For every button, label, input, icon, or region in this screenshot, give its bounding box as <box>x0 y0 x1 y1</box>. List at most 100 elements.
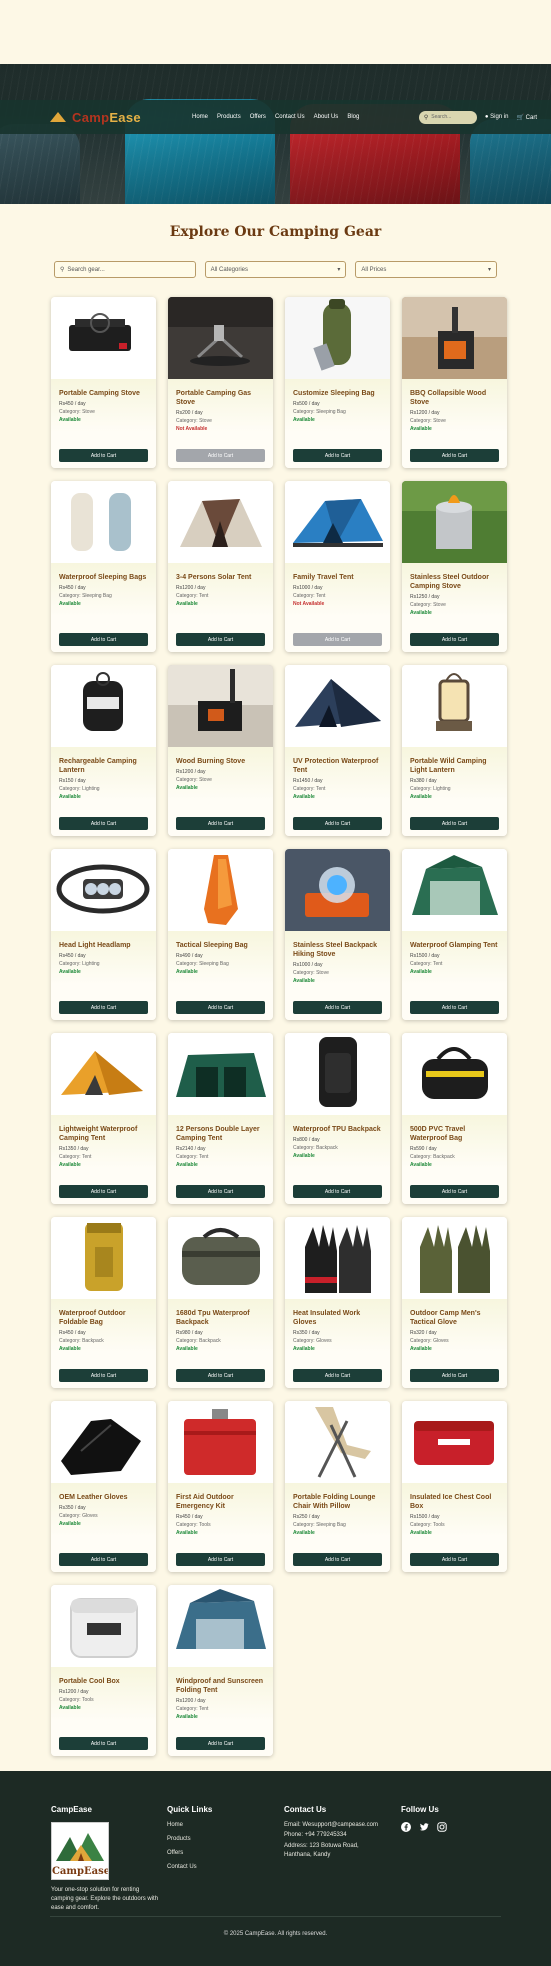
brand-logo[interactable]: CampEase <box>50 110 180 125</box>
add-to-cart-button[interactable]: Add to Cart <box>59 1185 148 1198</box>
nav-link-about[interactable]: About Us <box>314 114 339 120</box>
product-price: Rs350 / day <box>59 1505 86 1511</box>
chevron-down-icon: ▾ <box>488 267 492 273</box>
add-to-cart-button[interactable]: Add to Cart <box>59 449 148 462</box>
product-card[interactable]: Waterproof Outdoor Foldable Bag Rs450 / d… <box>51 1217 156 1388</box>
product-card[interactable]: Stainless Steel Outdoor Camping Stove Rs1… <box>402 481 507 652</box>
product-card[interactable]: Portable Cool Box Rs1200 / day Category: T… <box>51 1585 156 1756</box>
product-card[interactable]: First Aid Outdoor Emergency Kit Rs450 / d… <box>168 1401 273 1572</box>
nav-search-input[interactable]: ⚲ Search... <box>418 110 477 124</box>
product-card[interactable]: Waterproof Sleeping Bags Rs450 / day Categ… <box>51 481 156 652</box>
twitter-icon[interactable] <box>419 1822 429 1832</box>
product-card[interactable]: UV Protection Waterproof Tent Rs1450 / da… <box>285 665 390 836</box>
gear-search-input[interactable]: ⚲ Search gear... <box>54 261 196 278</box>
search-icon: ⚲ <box>60 267 65 273</box>
add-to-cart-button[interactable]: Add to Cart <box>59 817 148 830</box>
add-to-cart-button[interactable]: Add to Cart <box>176 1001 265 1014</box>
nav-link-blog[interactable]: Blog <box>347 114 359 120</box>
product-card[interactable]: 1680d Tpu Waterproof Backpack Rs980 / day… <box>168 1217 273 1388</box>
product-card[interactable]: Stainless Steel Backpack Hiking Stove Rs1… <box>285 849 390 1020</box>
add-to-cart-button[interactable]: Add to Cart <box>410 1001 499 1014</box>
product-category: Category: Tools <box>176 1522 211 1528</box>
footer-link-products[interactable]: Products <box>167 1836 212 1842</box>
add-to-cart-button[interactable]: Add to Cart <box>410 1185 499 1198</box>
add-to-cart-button[interactable]: Add to Cart <box>293 633 382 646</box>
add-to-cart-button[interactable]: Add to Cart <box>293 1185 382 1198</box>
availability-status: Not Available <box>176 426 208 432</box>
contact-email[interactable]: Email: Wesupport@campease.com <box>284 1822 404 1828</box>
add-to-cart-button[interactable]: Add to Cart <box>410 1553 499 1566</box>
product-card[interactable]: Portable Camping Stove Rs450 / day Categor… <box>51 297 156 468</box>
contact-address: Address: 123 Botuwa Road, Hanthana, Kand… <box>284 1843 359 1858</box>
sign-in-link[interactable]: ● Sign in <box>485 114 509 120</box>
add-to-cart-button[interactable]: Add to Cart <box>176 1737 265 1750</box>
product-card[interactable]: Head Light Headlamp Rs450 / day Category: … <box>51 849 156 1020</box>
product-category: Category: Backpack <box>176 1338 221 1344</box>
product-name: 3-4 Persons Solar Tent <box>176 574 252 581</box>
product-name: BBQ Collapsible Wood Stove <box>410 390 487 406</box>
product-card[interactable]: Lightweight Waterproof Camping Tent Rs135… <box>51 1033 156 1204</box>
add-to-cart-button[interactable]: Add to Cart <box>176 449 265 462</box>
footer-contact: Contact Us Email: Wesupport@campease.com… <box>284 1805 404 1864</box>
add-to-cart-button[interactable]: Add to Cart <box>59 1001 148 1014</box>
product-card[interactable]: 3-4 Persons Solar Tent Rs1200 / day Catego… <box>168 481 273 652</box>
product-name: Portable Wild Camping Light Lantern <box>410 758 487 774</box>
add-to-cart-button[interactable]: Add to Cart <box>293 817 382 830</box>
add-to-cart-button[interactable]: Add to Cart <box>410 449 499 462</box>
add-to-cart-button[interactable]: Add to Cart <box>293 1553 382 1566</box>
add-to-cart-button[interactable]: Add to Cart <box>410 633 499 646</box>
add-to-cart-button[interactable]: Add to Cart <box>59 1553 148 1566</box>
availability-status: Not Available <box>293 601 325 607</box>
add-to-cart-button[interactable]: Add to Cart <box>176 633 265 646</box>
product-card[interactable]: Heat Insulated Work Gloves Rs350 / day Cat… <box>285 1217 390 1388</box>
product-category: Category: Tent <box>59 1154 92 1160</box>
add-to-cart-button[interactable]: Add to Cart <box>59 633 148 646</box>
add-to-cart-button[interactable]: Add to Cart <box>59 1369 148 1382</box>
category-select[interactable]: All Categories ▾ <box>204 261 347 278</box>
product-card[interactable]: BBQ Collapsible Wood Stove Rs1200 / day Ca… <box>402 297 507 468</box>
product-card[interactable]: Rechargeable Camping Lantern Rs150 / day C… <box>51 665 156 836</box>
add-to-cart-button[interactable]: Add to Cart <box>410 817 499 830</box>
add-to-cart-button[interactable]: Add to Cart <box>176 1553 265 1566</box>
product-card[interactable]: Tactical Sleeping Bag Rs490 / day Category… <box>168 849 273 1020</box>
nav-link-home[interactable]: Home <box>192 114 208 120</box>
product-category: Category: Lighting <box>59 786 100 792</box>
product-card[interactable]: 12 Persons Double Layer Camping Tent Rs21… <box>168 1033 273 1204</box>
facebook-icon[interactable] <box>401 1822 411 1832</box>
add-to-cart-button[interactable]: Add to Cart <box>176 1369 265 1382</box>
product-price: Rs450 / day <box>59 953 86 959</box>
footer-link-home[interactable]: Home <box>167 1822 212 1828</box>
product-card[interactable]: OEM Leather Gloves Rs350 / day Category: G… <box>51 1401 156 1572</box>
nav-link-contact[interactable]: Contact Us <box>275 114 305 120</box>
add-to-cart-button[interactable]: Add to Cart <box>293 1001 382 1014</box>
product-card[interactable]: Insulated Ice Chest Cool Box Rs1500 / day… <box>402 1401 507 1572</box>
footer-link-offers[interactable]: Offers <box>167 1850 212 1856</box>
headlamp-image <box>51 849 156 931</box>
product-card[interactable]: Windproof and Sunscreen Folding Tent Rs12… <box>168 1585 273 1756</box>
product-card[interactable]: Family Travel Tent Rs1000 / day Category: … <box>285 481 390 652</box>
product-card[interactable]: Customize Sleeping Bag Rs500 / day Categor… <box>285 297 390 468</box>
add-to-cart-button[interactable]: Add to Cart <box>410 1369 499 1382</box>
product-card[interactable]: Portable Folding Lounge Chair With Pillo… <box>285 1401 390 1572</box>
add-to-cart-button[interactable]: Add to Cart <box>176 817 265 830</box>
instagram-icon[interactable] <box>437 1822 447 1832</box>
product-card[interactable]: Wood Burning Stove Rs1200 / day Category: … <box>168 665 273 836</box>
nav-link-products[interactable]: Products <box>217 114 241 120</box>
product-price: Rs590 / day <box>410 1146 437 1152</box>
cart-link[interactable]: 🛒 Cart <box>517 114 537 121</box>
price-select[interactable]: All Prices ▾ <box>355 261 498 278</box>
product-card[interactable]: 500D PVC Travel Waterproof Bag Rs590 / da… <box>402 1033 507 1204</box>
nav-link-offers[interactable]: Offers <box>250 114 266 120</box>
product-card[interactable]: Portable Wild Camping Light Lantern Rs380… <box>402 665 507 836</box>
add-to-cart-button[interactable]: Add to Cart <box>293 1369 382 1382</box>
product-card[interactable]: Waterproof TPU Backpack Rs800 / day Catego… <box>285 1033 390 1204</box>
footer-link-contact[interactable]: Contact Us <box>167 1864 212 1870</box>
product-card[interactable]: Outdoor Camp Men's Tactical Glove Rs320 /… <box>402 1217 507 1388</box>
camping-stove-image <box>51 297 156 379</box>
product-card[interactable]: Waterproof Glamping Tent Rs1500 / day Cate… <box>402 849 507 1020</box>
product-card[interactable]: Portable Camping Gas Stove Rs200 / day Cat… <box>168 297 273 468</box>
product-category: Category: Tools <box>410 1522 445 1528</box>
add-to-cart-button[interactable]: Add to Cart <box>176 1185 265 1198</box>
add-to-cart-button[interactable]: Add to Cart <box>293 449 382 462</box>
add-to-cart-button[interactable]: Add to Cart <box>59 1737 148 1750</box>
